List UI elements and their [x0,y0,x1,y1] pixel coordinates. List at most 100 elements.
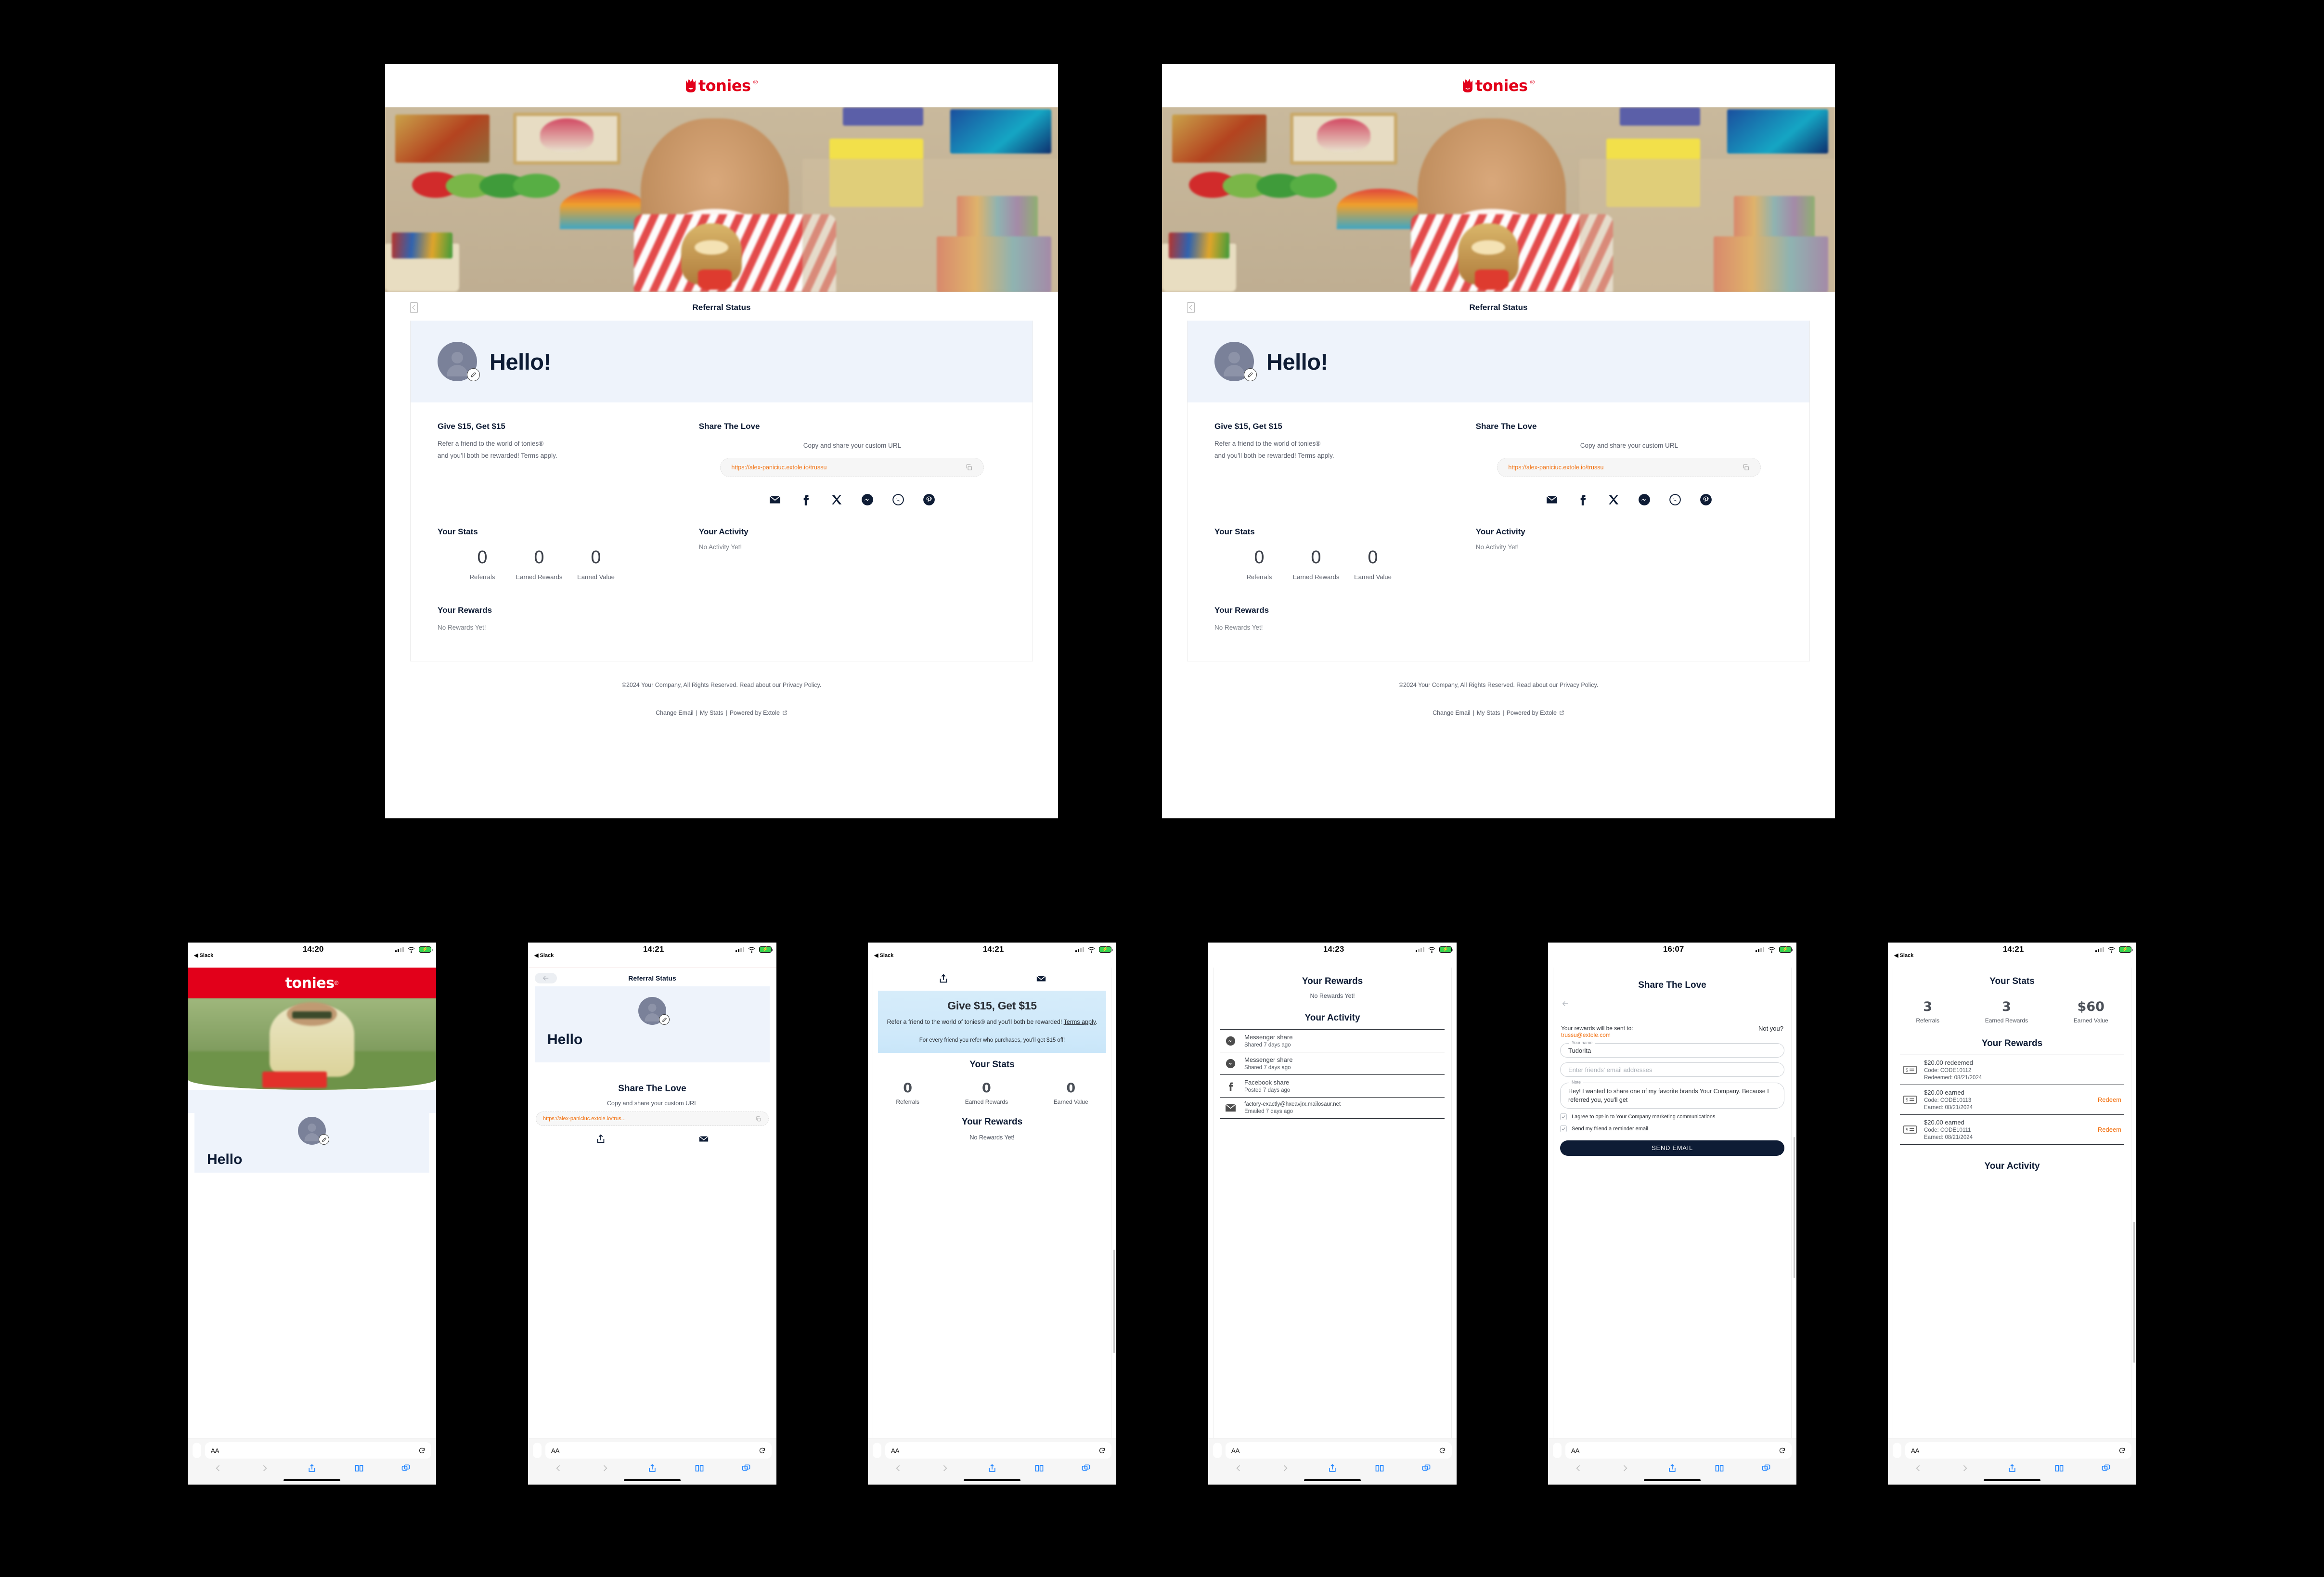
share-icon[interactable] [938,973,949,984]
tabs-icon[interactable] [2101,1463,2111,1473]
chevron-right-icon[interactable] [1960,1463,1970,1473]
email-icon[interactable] [698,1134,709,1144]
referral-url-field[interactable]: https://alex-paniciuc.extole.io/trus... [536,1112,769,1126]
share-icon[interactable] [1667,1463,1677,1473]
footer-link-powered-by-extole[interactable]: Powered by Extole [730,710,780,716]
tabs-icon[interactable] [401,1463,411,1473]
tabs-icon[interactable] [1761,1463,1771,1473]
reload-icon[interactable] [1098,1447,1106,1454]
text-size-button[interactable]: AA [211,1447,219,1454]
messenger-icon[interactable] [861,493,874,506]
avatar[interactable] [438,342,480,381]
chevron-right-icon[interactable] [260,1463,270,1473]
page-scrollbar[interactable] [1794,1137,1795,1278]
copy-icon[interactable] [755,1116,762,1122]
email-icon[interactable] [769,493,781,506]
tabs-icon[interactable] [1421,1463,1431,1473]
tabs-icon[interactable] [1081,1463,1091,1473]
chevron-right-icon[interactable] [600,1463,610,1473]
terms-apply-link[interactable]: Terms apply [1064,1019,1096,1025]
copy-icon[interactable] [1742,464,1750,471]
chevron-left-icon[interactable] [1574,1463,1583,1473]
email-icon[interactable] [1546,493,1558,506]
address-bar[interactable]: AA [1226,1442,1452,1459]
chevron-left-icon[interactable] [213,1463,223,1473]
address-bar[interactable]: AA [205,1442,431,1459]
chevron-left-icon[interactable] [554,1463,563,1473]
reload-icon[interactable] [1779,1447,1786,1454]
chevron-right-icon[interactable] [1280,1463,1290,1473]
text-size-button[interactable]: AA [1911,1447,1919,1454]
status-back-app[interactable]: ◀ Slack [874,952,893,958]
facebook-icon[interactable] [800,493,812,506]
facebook-icon[interactable] [1576,493,1589,506]
x-twitter-icon[interactable] [1607,493,1620,506]
status-back-app[interactable]: ◀ Slack [534,952,554,958]
chevron-left-icon[interactable] [1234,1463,1243,1473]
reminder-checkbox-row[interactable]: Send my friend a reminder email [1560,1125,1784,1133]
pinterest-icon[interactable] [923,493,935,506]
note-field[interactable]: Note Hey! I wanted to share one of my fa… [1560,1080,1784,1109]
page-scrollbar[interactable] [2133,1221,2135,1363]
book-icon[interactable] [695,1463,704,1473]
text-size-button[interactable]: AA [551,1447,559,1454]
share-icon[interactable] [307,1463,317,1473]
avatar[interactable] [1214,342,1257,381]
share-icon[interactable] [595,1134,606,1144]
messenger-icon[interactable] [1638,493,1651,506]
address-bar[interactable]: AA [545,1442,772,1459]
name-field[interactable]: Your name Tudorita [1560,1040,1784,1058]
share-icon[interactable] [987,1463,997,1473]
send-email-button[interactable]: SEND EMAIL [1560,1140,1784,1156]
optin-checkbox-row[interactable]: I agree to opt-in to Your Company market… [1560,1113,1784,1121]
book-icon[interactable] [354,1463,364,1473]
avatar[interactable] [298,1117,329,1145]
edit-pencil-icon[interactable] [319,1134,329,1145]
referral-url-field[interactable]: https://alex-paniciuc.extole.io/trussu [1497,458,1761,477]
chevron-left-icon[interactable] [1913,1463,1923,1473]
footer-link-change-email[interactable]: Change Email [656,710,694,716]
redeem-link[interactable]: Redeem [2098,1096,2124,1103]
whatsapp-icon[interactable] [1669,493,1681,506]
tabs-icon[interactable] [741,1463,751,1473]
book-icon[interactable] [1715,1463,1724,1473]
chevron-right-icon[interactable] [1620,1463,1630,1473]
text-size-button[interactable]: AA [1571,1447,1579,1454]
back-arrow-icon[interactable] [1187,302,1195,313]
book-icon[interactable] [1034,1463,1044,1473]
share-icon[interactable] [1328,1463,1337,1473]
status-back-app[interactable]: ◀ Slack [1894,952,1913,958]
back-arrow-icon[interactable] [535,973,557,983]
share-icon[interactable] [2007,1463,2017,1473]
copy-icon[interactable] [965,464,973,471]
checkbox-checked-icon[interactable] [1560,1113,1567,1120]
footer-link-change-email[interactable]: Change Email [1433,710,1471,716]
x-twitter-icon[interactable] [830,493,843,506]
address-bar[interactable]: AA [1565,1442,1792,1459]
text-size-button[interactable]: AA [1231,1447,1239,1454]
reload-icon[interactable] [2118,1447,2126,1454]
footer-link-my-stats[interactable]: My Stats [1477,710,1500,716]
referral-url-field[interactable]: https://alex-paniciuc.extole.io/trussu [720,458,984,477]
pinterest-icon[interactable] [1700,493,1712,506]
reload-icon[interactable] [1439,1447,1446,1454]
email-icon[interactable] [1036,973,1046,984]
whatsapp-icon[interactable] [892,493,904,506]
edit-pencil-icon[interactable] [1244,368,1257,381]
book-icon[interactable] [2054,1463,2064,1473]
avatar[interactable] [638,997,670,1025]
checkbox-checked-icon[interactable] [1560,1125,1567,1132]
back-arrow-icon[interactable] [1553,991,1791,1010]
share-icon[interactable] [647,1463,657,1473]
friends-emails-field[interactable]: Enter friends' email addresses [1560,1062,1784,1077]
address-bar[interactable]: AA [1905,1442,2131,1459]
footer-link-powered-by-extole[interactable]: Powered by Extole [1507,710,1557,716]
footer-link-my-stats[interactable]: My Stats [700,710,723,716]
not-you-link[interactable]: Not you? [1758,1025,1783,1032]
back-arrow-icon[interactable] [410,302,418,313]
book-icon[interactable] [1375,1463,1384,1473]
page-scrollbar[interactable] [1113,1250,1115,1354]
redeem-link[interactable]: Redeem [2098,1126,2124,1133]
text-size-button[interactable]: AA [891,1447,899,1454]
address-bar[interactable]: AA [885,1442,1111,1459]
